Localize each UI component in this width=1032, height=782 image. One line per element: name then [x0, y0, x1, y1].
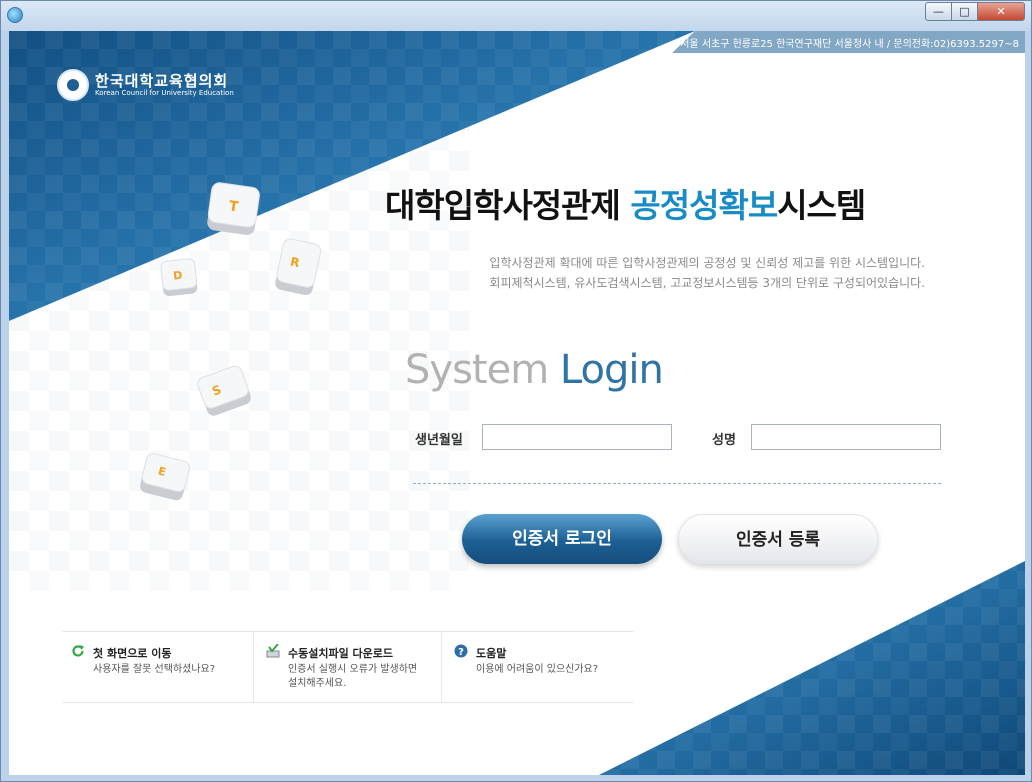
app-window: — □ ✕ 서울 서초구 헌릉로25 한국연구재단 서울청사 내 / 문의전화:…: [0, 0, 1032, 782]
main-panel: 서울 서초구 헌릉로25 한국연구재단 서울청사 내 / 문의전화:02)639…: [9, 31, 1025, 775]
maximize-button[interactable]: □: [951, 2, 978, 21]
certificate-register-button[interactable]: 인증서 등록: [678, 514, 878, 564]
login-heading: System Login: [405, 347, 664, 393]
page-title-accent: 공정성확보: [630, 186, 778, 225]
link-go-home[interactable]: 첫 화면으로 이동 사용자를 잘못 선택하셨나요?: [63, 632, 253, 702]
birthdate-label: 생년월일: [415, 433, 463, 448]
svg-text:?: ?: [458, 647, 464, 658]
keycap-t-icon: T: [207, 182, 260, 235]
link-manual-download-subtitle-line2: 설치해주세요.: [288, 678, 347, 689]
help-question-icon: ?: [454, 644, 468, 658]
description-line-2: 회피제척시스템, 유사도검색시스템, 고교정보시스템등 3개의 단위로 구성되어…: [489, 276, 925, 290]
keycap-d-icon: D: [160, 258, 198, 297]
name-input[interactable]: [751, 424, 941, 450]
link-go-home-subtitle: 사용자를 잘못 선택하셨나요?: [93, 664, 216, 675]
system-description: 입학사정관제 확대에 따른 입학사정관제의 공정성 및 신뢰성 제고를 위한 시…: [365, 253, 925, 293]
close-button[interactable]: ✕: [977, 2, 1025, 21]
link-help-subtitle: 이용에 어려움이 있으신가요?: [476, 664, 599, 675]
download-tray-icon: [266, 644, 280, 658]
logo-name-en: Korean Council for University Education: [95, 89, 234, 97]
name-label: 성명: [712, 433, 736, 448]
login-heading-system: System: [405, 347, 549, 393]
title-bar[interactable]: — □ ✕: [1, 1, 1031, 31]
divider: [413, 483, 941, 484]
app-icon: [7, 7, 23, 23]
quick-links: 첫 화면으로 이동 사용자를 잘못 선택하셨나요? 수동설치파일 다운로드 인증…: [63, 631, 633, 703]
link-help[interactable]: ? 도움말 이용에 어려움이 있으신가요?: [441, 632, 634, 702]
keycap-s-icon: S: [197, 365, 251, 416]
link-go-home-title: 첫 화면으로 이동: [93, 647, 172, 660]
page-title-part2: 시스템: [777, 186, 866, 225]
link-manual-download-subtitle: 인증서 실행시 오류가 발생하면 설치해주세요.: [288, 663, 417, 691]
link-manual-download[interactable]: 수동설치파일 다운로드 인증서 실행시 오류가 발생하면 설치해주세요.: [253, 632, 442, 702]
page-title-part1: 대학입학사정관제: [385, 186, 631, 225]
contact-address: 서울 서초구 헌릉로25 한국연구재단 서울청사 내 / 문의전화:02)639…: [680, 39, 1019, 50]
link-help-title: 도움말: [476, 647, 507, 660]
description-line-1: 입학사정관제 확대에 따른 입학사정관제의 공정성 및 신뢰성 제고를 위한 시…: [489, 256, 925, 270]
refresh-arrow-icon: [72, 645, 84, 657]
birthdate-input[interactable]: [482, 424, 672, 450]
page-title: 대학입학사정관제 공정성확보시스템: [385, 179, 866, 227]
link-manual-download-subtitle-line1: 인증서 실행시 오류가 발생하면: [288, 664, 418, 675]
logo-name-ko: 한국대학교육협의회: [95, 72, 229, 90]
logo-emblem-icon: [57, 69, 89, 101]
keycap-r-icon: R: [275, 238, 322, 296]
minimize-button[interactable]: —: [925, 2, 952, 21]
certificate-login-button[interactable]: 인증서 로그인: [462, 514, 662, 564]
login-heading-login: Login: [559, 347, 664, 393]
keycap-d-label: D: [173, 269, 183, 283]
link-manual-download-title: 수동설치파일 다운로드: [288, 647, 394, 660]
keycap-e-icon: E: [140, 453, 190, 501]
